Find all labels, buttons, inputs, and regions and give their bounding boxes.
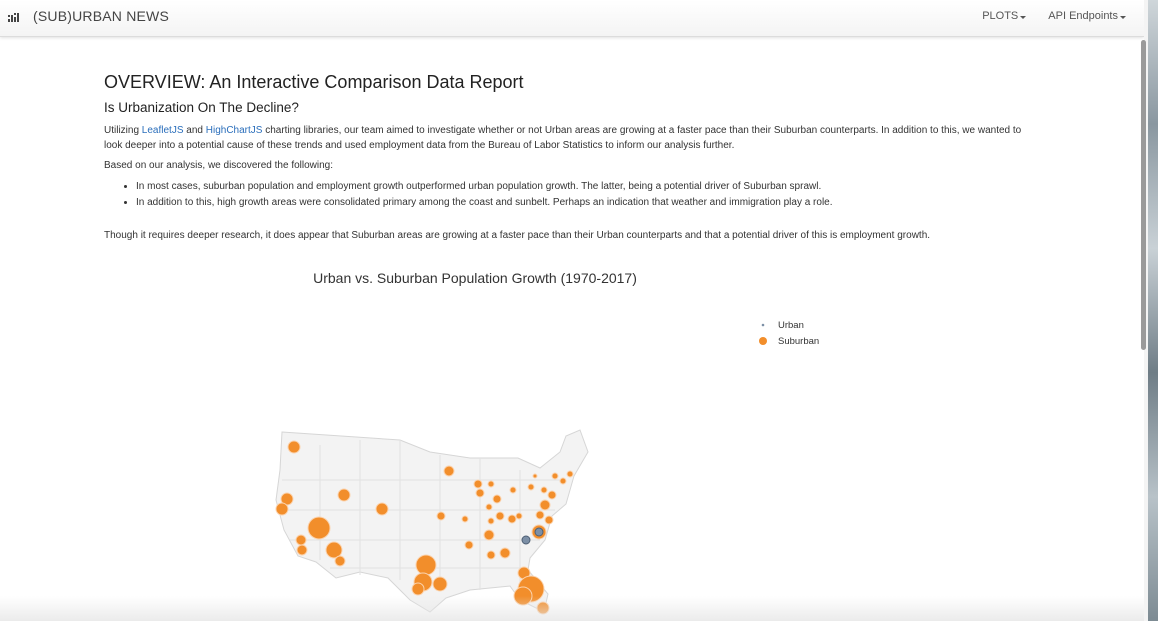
bubble	[544, 515, 554, 525]
bubble	[295, 534, 307, 546]
bubble	[287, 440, 301, 454]
bubble	[495, 511, 505, 521]
bubble	[436, 511, 446, 521]
bubble	[475, 488, 485, 498]
bubble	[532, 473, 538, 479]
bubble	[521, 535, 531, 545]
bubble	[337, 488, 351, 502]
bubble	[485, 503, 493, 511]
bubble	[464, 540, 474, 550]
bubble	[443, 465, 455, 477]
bubble	[461, 515, 469, 523]
us-bubble-map[interactable]	[0, 0, 1144, 621]
bubble	[411, 582, 425, 596]
bubble	[375, 502, 389, 516]
bubble	[432, 576, 448, 592]
bubble	[473, 479, 483, 489]
bubble	[487, 517, 495, 525]
bubble	[275, 502, 289, 516]
bubble	[483, 529, 495, 541]
bubble	[486, 550, 496, 560]
bubble	[307, 516, 331, 540]
bubble	[547, 490, 557, 500]
bubble	[492, 494, 502, 504]
bubble	[499, 547, 511, 559]
bubble	[507, 514, 517, 524]
bubble	[559, 477, 567, 485]
bubble	[527, 483, 535, 491]
bubble	[534, 527, 544, 537]
bottom-fade	[0, 596, 1144, 621]
bubble	[296, 544, 308, 556]
bubble	[509, 486, 517, 494]
bubble	[566, 470, 574, 478]
bubble	[515, 512, 523, 520]
bubble	[539, 499, 551, 511]
bubble	[551, 472, 559, 480]
bubble	[535, 510, 545, 520]
bubble	[487, 480, 495, 488]
background-window-edge	[1148, 0, 1158, 621]
bubble	[540, 486, 548, 494]
scrollbar-thumb[interactable]	[1141, 40, 1146, 350]
bubble	[415, 554, 437, 576]
bubble	[334, 555, 346, 567]
